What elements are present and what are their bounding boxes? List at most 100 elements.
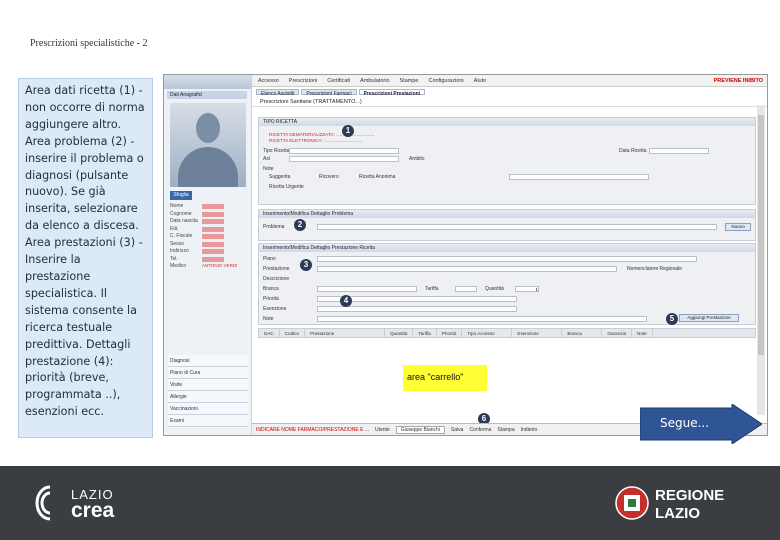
label-problema: Problema [263,224,285,230]
label-piano: Piano [263,256,276,262]
logo-strip [164,75,251,89]
grid-col: Note [632,329,653,337]
piano-field[interactable] [317,256,697,262]
warning-line: RICETTA DEMATERIALIZZATA: ..............… [269,132,375,137]
avatar [170,103,246,187]
grid-col: Prestazione [305,329,386,337]
field-row: Nome [170,203,250,211]
save-button[interactable]: Salva [451,427,464,433]
menu-ambulatorio[interactable]: Ambulatorio [360,78,389,84]
menu-certificati[interactable]: Certificati [327,78,350,84]
menu-prescrizioni[interactable]: Prescrizioni [289,78,317,84]
next-button[interactable]: Segue... [640,404,762,444]
service-note-field[interactable] [317,316,647,322]
confirm-button[interactable]: Conferma [469,427,491,433]
new-problem-button[interactable]: Nuovo [725,223,751,231]
checkbox-suggerita[interactable]: Suggerita [269,174,290,180]
lazio-crea-mark-icon [35,485,51,521]
cart-grid-header: DAC Codice Prestazione Quantità Tariffa … [258,328,756,338]
field-row: Età [170,226,250,234]
logo-text-lazio-region: LAZIO [655,505,700,522]
tipo-ricetta-select[interactable] [289,148,399,154]
grid-col: Codice [280,329,306,337]
problem-section: Inserimento/Modifica Dettaglio Problema … [258,209,756,241]
lazio-crea-logo: LAZIO crea [35,485,135,525]
menu-item-diagnosi[interactable]: Diagnosi [168,355,248,367]
grid-col: Tariffa [413,329,437,337]
label-descrizione: Descrizione [263,276,290,282]
label-prestazione: Prestazione [263,266,290,272]
problem-select[interactable] [317,224,717,230]
scrollbar[interactable] [757,105,765,415]
print-button[interactable]: Stampa [497,427,514,433]
field-row: Data nascita [170,218,250,226]
browse-button[interactable]: Sfoglia [170,191,192,200]
prestazione-input[interactable] [317,266,617,272]
add-service-button[interactable]: Aggiungi Prestazione [679,314,739,322]
branca-field[interactable] [317,286,417,292]
field-row: Indirizzo [170,248,250,256]
label-note-service: Note [263,316,274,322]
problem-header: Inserimento/Modifica Dettaglio Problema [259,210,755,218]
field-row: Sesso [170,241,250,249]
grid-col: Quantità [385,329,414,337]
description-box: Area dati ricetta (1) - non occorre di n… [18,78,153,438]
checkbox-urgente[interactable]: Ricetta Urgente [269,184,304,190]
marker-2: 2 [294,219,306,231]
grid-col: DAC [259,329,280,337]
grid-col: Priorità [437,329,463,337]
menu-item-allergie[interactable]: Allergie [168,391,248,403]
cart-area-label: area "carrello" [403,365,487,391]
tab-strip: Elenco Assistiti Prescrizioni Farmaci Pr… [252,87,767,97]
quantity-field[interactable]: 1 [515,286,539,292]
field-row: Tel. [170,256,250,264]
app-screenshot: Dati Anagrafici Sfoglia Nome Cognome Dat… [163,74,768,436]
patient-panel: Dati Anagrafici Sfoglia Nome Cognome Dat… [164,75,252,435]
back-button[interactable]: Indietro [521,427,538,433]
logo-text-regione: REGIONE [655,487,725,504]
menubar: Accesso Prescrizioni Certificati Ambulat… [252,75,767,87]
recipe-section: TIPO RICETTA RICETTA DEMATERIALIZZATA: .… [258,117,756,205]
label-note: Note [263,166,274,172]
label-branca: Branca [263,286,279,292]
regione-seal-icon [615,486,649,520]
checkbox-anonima[interactable]: Ricetta Anonima [359,174,395,180]
menu-aiuto[interactable]: Aiuto [474,78,487,84]
warning-line: RICETTA ELETTRONICA: ...................… [269,138,363,143]
tab-dati-anagrafici[interactable]: Dati Anagrafici [167,91,247,99]
status-text: PREVIENE INIBITO [713,78,763,84]
grid-col: Esenzione [512,329,563,337]
label-tipo-ricetta: Tipo Ricetta [263,148,290,154]
description-text: Area dati ricetta (1) - non occorre di n… [25,84,145,419]
recipe-note-field[interactable] [509,174,649,180]
menu-item-visite[interactable]: Visite [168,379,248,391]
logo-text-crea: crea [71,499,115,522]
asl-field[interactable] [289,156,399,162]
data-ricetta-field[interactable] [649,148,709,154]
grid-col: Garanzia [602,329,633,337]
menu-item-piano[interactable]: Piano di Cura [168,367,248,379]
label-esenzione: Esenzione [263,306,287,312]
menu-item-esami[interactable]: Esami [168,415,248,427]
marker-4: 4 [340,295,352,307]
catalog-label: Nomenclatore Regionale [627,266,683,272]
label-ambito: Ambito [409,156,425,162]
field-row: Cognome [170,211,250,219]
tab-prescrizioni-farmaci[interactable]: Prescrizioni Farmaci [301,89,357,97]
checkbox-ricovero[interactable]: Ricovero [319,174,339,180]
label-priorita: Priorità [263,296,279,302]
slide-title: Prescrizioni specialistiche - 2 [30,38,148,49]
next-label: Segue... [660,416,710,430]
bottom-warning: INDICARE NOME FARMACO/PRESTAZIONE E ... [256,426,369,433]
recipe-header: TIPO RICETTA [259,118,755,126]
tab-elenco-assistiti[interactable]: Elenco Assistiti [256,89,300,97]
user-field[interactable]: Giuseppe Bianchi [395,425,445,434]
menu-item-vaccinazioni[interactable]: Vaccinazioni [168,403,248,415]
menu-stampe[interactable]: Stampe [400,78,419,84]
service-section: Inserimento/Modifica Dettaglio Prestazio… [258,243,756,325]
tab-prescrizioni-prestazioni[interactable]: Prescrizioni Prestazioni [358,89,426,97]
tariffa-field[interactable] [455,286,477,292]
menu-accesso[interactable]: Accesso [258,78,279,84]
menu-configurazioni[interactable]: Configurazioni [428,78,463,84]
grid-col: Branca [562,329,603,337]
